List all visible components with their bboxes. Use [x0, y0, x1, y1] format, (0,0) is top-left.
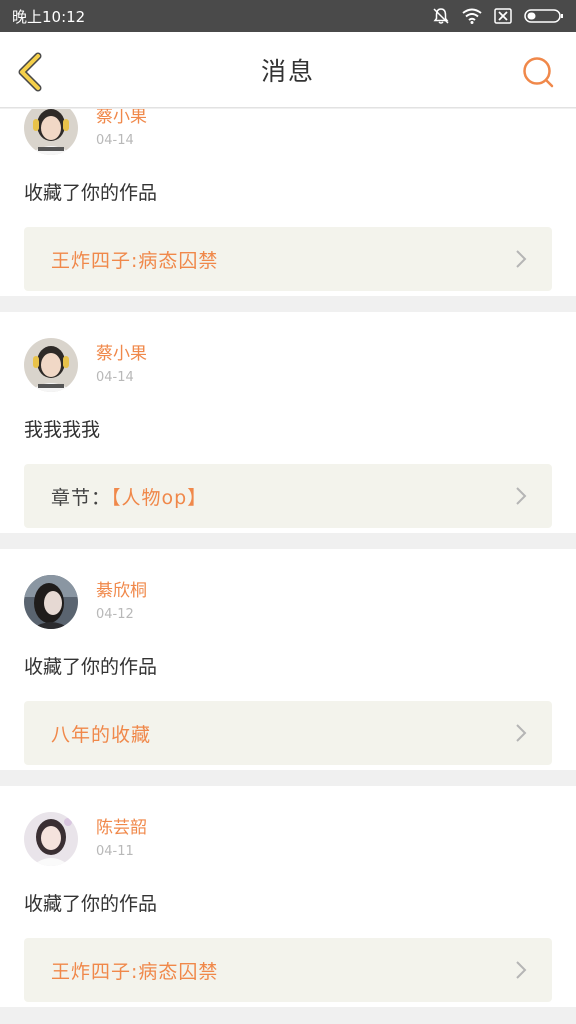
action-text: 收藏了你的作品 — [24, 182, 158, 204]
username[interactable]: 陈芸韶 — [96, 817, 147, 839]
avatar[interactable] — [24, 575, 78, 629]
message-date: 04-14 — [96, 132, 134, 148]
chapter-title: 【人物op】 — [111, 486, 208, 509]
username[interactable]: 蔡小果 — [96, 343, 147, 365]
message-date: 04-11 — [96, 843, 134, 859]
action-text: 收藏了你的作品 — [24, 656, 158, 678]
search-button[interactable] — [522, 56, 554, 88]
work-title: 王炸四子:病态囚禁 — [51, 960, 219, 983]
back-button[interactable] — [14, 52, 48, 92]
work-title: 王炸四子:病态囚禁 — [51, 249, 219, 272]
message-date: 04-12 — [96, 606, 134, 622]
avatar[interactable] — [24, 812, 78, 866]
username[interactable]: 蔡小果 — [96, 109, 147, 128]
chevron-right-icon — [516, 724, 527, 742]
page-title: 消息 — [260, 56, 315, 86]
work-link[interactable]: 王炸四子:病态囚禁 — [24, 227, 552, 291]
sim-off-icon — [494, 8, 512, 24]
message-card: 蔡小果 04-14 收藏了你的作品 王炸四子:病态囚禁 — [0, 109, 576, 296]
message-feed[interactable]: 蔡小果 04-14 收藏了你的作品 王炸四子:病态囚禁 蔡小果 04-14 我我… — [0, 109, 576, 1024]
work-link[interactable]: 八年的收藏 — [24, 701, 552, 765]
battery-icon — [524, 9, 563, 23]
status-time: 晚上10:12 — [12, 7, 86, 26]
bell-off-icon — [433, 8, 449, 24]
work-title: 八年的收藏 — [51, 723, 152, 746]
wifi-icon — [462, 8, 482, 24]
chevron-right-icon — [516, 250, 527, 268]
avatar[interactable] — [24, 338, 78, 392]
search-icon — [523, 57, 554, 88]
chevron-right-icon — [516, 961, 527, 979]
status-icons — [432, 7, 564, 25]
message-card: 蔡小果 04-14 我我我我 章节：【人物op】 — [0, 312, 576, 533]
chapter-link[interactable]: 章节：【人物op】 — [24, 464, 552, 528]
message-date: 04-14 — [96, 369, 134, 385]
status-bar: 晚上10:12 — [0, 0, 576, 32]
action-text: 收藏了你的作品 — [24, 893, 158, 915]
message-card: 陈芸韶 04-11 收藏了你的作品 王炸四子:病态囚禁 — [0, 786, 576, 1007]
avatar[interactable] — [24, 109, 78, 155]
work-link-prefix: 章节： — [51, 486, 112, 509]
username[interactable]: 綦欣桐 — [96, 580, 147, 602]
chevron-left-icon — [18, 52, 42, 92]
header-bar: 消息 — [0, 32, 576, 108]
message-card: 綦欣桐 04-12 收藏了你的作品 八年的收藏 — [0, 549, 576, 770]
work-link[interactable]: 王炸四子:病态囚禁 — [24, 938, 552, 1002]
chevron-right-icon — [516, 487, 527, 505]
action-text: 我我我我 — [24, 419, 101, 441]
